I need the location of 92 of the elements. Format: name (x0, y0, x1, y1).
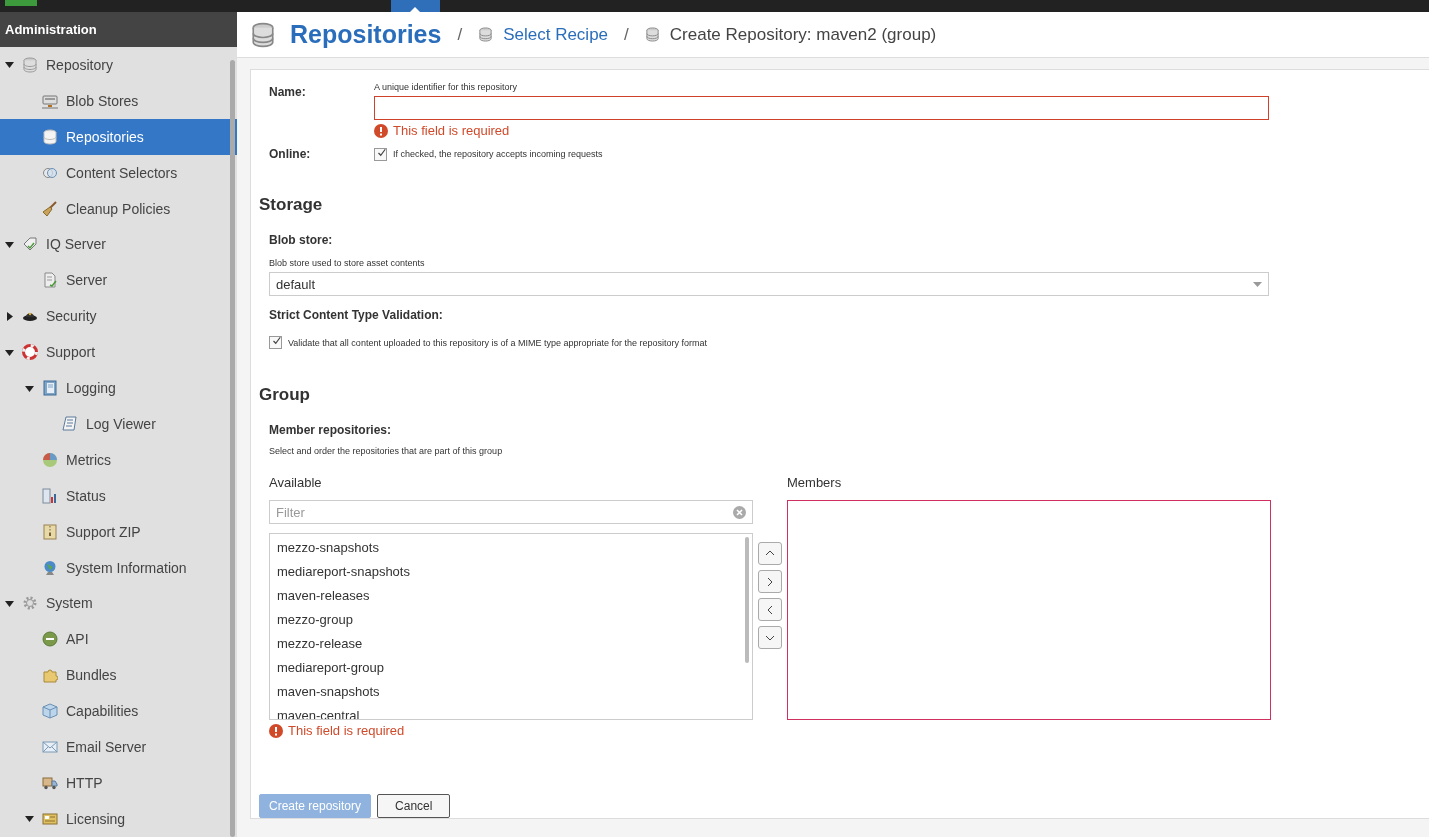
scrollbar[interactable] (230, 60, 235, 837)
expanded-arrow-icon[interactable] (5, 598, 14, 608)
lifebuoy-icon (22, 344, 38, 361)
list-item[interactable]: maven-snapshots (270, 680, 752, 704)
field-label: Name: (269, 84, 307, 101)
broom-icon (42, 200, 58, 217)
database-icon (42, 128, 58, 145)
cube-icon (42, 703, 58, 720)
expanded-arrow-icon[interactable] (5, 60, 14, 70)
expanded-arrow-icon[interactable] (25, 383, 34, 393)
expanded-arrow-icon[interactable] (25, 814, 34, 824)
book-icon (42, 380, 58, 397)
checkbox[interactable] (374, 147, 387, 161)
error-message: This field is required (393, 123, 510, 138)
collapsed-arrow-icon[interactable] (5, 311, 14, 321)
field-label: Strict Content Type Validation: (269, 308, 444, 322)
checkbox-label: Validate that all content uploaded to this repository is of a MIME type appropriate for the repository format (288, 337, 708, 348)
expanded-arrow-icon[interactable] (5, 347, 14, 357)
name-input-field[interactable] (374, 96, 1269, 120)
tree-item[interactable]: Logging (0, 370, 229, 406)
cancel-button[interactable]: Cancel (377, 794, 451, 818)
section-heading: Group (259, 385, 311, 405)
tree-item[interactable]: Log Viewer (0, 406, 229, 442)
tree-item[interactable]: Metrics (0, 441, 229, 478)
tree-item[interactable]: System Information (0, 549, 229, 586)
list-label: Members (787, 475, 843, 490)
tree-item[interactable]: Content Selectors (0, 154, 229, 191)
tree-item[interactable]: Blob Stores (0, 82, 229, 119)
page-title: Repositories (290, 20, 442, 49)
list-item[interactable]: mezzo-release (270, 632, 752, 656)
database-icon (478, 27, 494, 42)
scroll-icon (62, 415, 78, 432)
checkbox-label: If checked, the repository accepts incoming requests (393, 149, 603, 159)
gear-icon (22, 595, 38, 612)
envelope-icon (42, 739, 58, 756)
database-icon (644, 27, 660, 42)
tree-item[interactable]: Cleanup Policies (0, 190, 229, 227)
breadcrumb-separator: / (624, 24, 629, 45)
list-item[interactable]: mezzo-snapshots (270, 536, 752, 560)
tree-item[interactable]: Server (0, 262, 229, 299)
drive-icon (42, 92, 58, 109)
error-message: This field is required (288, 723, 405, 738)
tree-item[interactable]: Capabilities (0, 693, 229, 730)
tree-item[interactable]: Support (0, 334, 229, 371)
tree-item[interactable]: API (0, 621, 229, 658)
tree-item[interactable]: HTTP (0, 765, 229, 801)
dropdown-arrow-icon (1253, 281, 1262, 287)
badge-icon (42, 631, 58, 648)
database-icon (22, 56, 38, 73)
license-icon (42, 810, 58, 827)
list-item[interactable]: mezzo-group (270, 608, 752, 632)
document-icon (42, 272, 58, 289)
puzzle-icon (42, 667, 58, 684)
tree-item[interactable]: Repositories (0, 118, 237, 155)
sidebar-title: Administration (0, 12, 237, 47)
pie-chart-icon (42, 451, 58, 468)
error-icon (269, 723, 283, 738)
tree-item[interactable]: IQ Server (0, 226, 229, 263)
section-heading: Storage (259, 195, 324, 215)
field-hint: Blob store used to store asset contents (269, 258, 426, 268)
database-icon (250, 21, 276, 48)
list-item[interactable]: mediareport-snapshots (270, 560, 752, 584)
expanded-arrow-icon[interactable] (5, 239, 14, 249)
tree-item[interactable]: Licensing (0, 800, 229, 837)
tree-item[interactable]: Support ZIP (0, 513, 229, 550)
breadcrumb-separator: / (457, 24, 463, 45)
list-item[interactable]: maven-releases (270, 584, 752, 608)
list-item[interactable]: mediareport-group (270, 656, 752, 680)
bar-chart-icon (42, 487, 58, 504)
field-label: Member repositories: (269, 423, 393, 437)
breadcrumb-current: Create Repository: maven2 (group) (669, 24, 937, 45)
globe-icon (42, 559, 58, 576)
field-label: Online: (269, 146, 312, 161)
scrollbar[interactable] (745, 537, 749, 663)
breadcrumb-link[interactable]: Select Recipe (503, 24, 609, 45)
checkbox[interactable] (269, 336, 282, 349)
field-hint: Select and order the repositories that are part of this group (269, 446, 504, 456)
error-icon (374, 123, 388, 138)
blob-store-dropdown[interactable]: default (269, 272, 1269, 296)
nav-tab[interactable] (391, 0, 440, 12)
tree-item[interactable]: Security (0, 298, 229, 335)
tree-item[interactable]: System (0, 585, 229, 622)
field-label: Blob store: (269, 233, 334, 247)
truck-icon (42, 775, 58, 791)
field-hint: A unique identifier for this repository (374, 82, 519, 92)
tree-item[interactable]: Status (0, 477, 229, 514)
tree-item[interactable]: Email Server (0, 729, 229, 766)
tree-item[interactable]: Bundles (0, 657, 229, 694)
tag-icon (22, 236, 38, 253)
tree-item[interactable]: Repository (0, 46, 229, 83)
zip-file-icon (42, 523, 58, 540)
list-label: Available (269, 475, 323, 490)
